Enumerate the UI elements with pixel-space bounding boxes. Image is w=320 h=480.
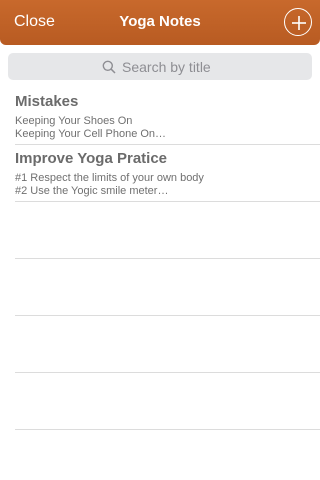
- list-item[interactable]: Improve Yoga Pratice #1 Respect the limi…: [15, 145, 320, 202]
- search-field[interactable]: [8, 53, 312, 80]
- empty-row: [15, 373, 320, 430]
- note-preview-line: Keeping Your Shoes On: [15, 115, 133, 127]
- add-note-button[interactable]: [284, 8, 312, 36]
- page-title: Yoga Notes: [119, 13, 201, 30]
- empty-row: [15, 316, 320, 373]
- note-preview-line: #2 Use the Yogic smile meter…: [15, 185, 169, 197]
- search-input[interactable]: [122, 58, 218, 75]
- navigation-bar: Close Yoga Notes: [0, 0, 320, 45]
- note-title: Mistakes: [15, 93, 79, 110]
- search-bar: [0, 45, 320, 87]
- empty-row: [15, 202, 320, 259]
- search-icon: [102, 60, 116, 74]
- list-item[interactable]: Mistakes Keeping Your Shoes On Keeping Y…: [15, 88, 320, 145]
- note-preview-line: #1 Respect the limits of your own body: [15, 172, 204, 184]
- plus-icon: [292, 16, 306, 30]
- note-preview-line: Keeping Your Cell Phone On…: [15, 128, 167, 140]
- note-title: Improve Yoga Pratice: [15, 150, 168, 167]
- empty-row: [15, 259, 320, 316]
- notes-list: Mistakes Keeping Your Shoes On Keeping Y…: [0, 88, 320, 430]
